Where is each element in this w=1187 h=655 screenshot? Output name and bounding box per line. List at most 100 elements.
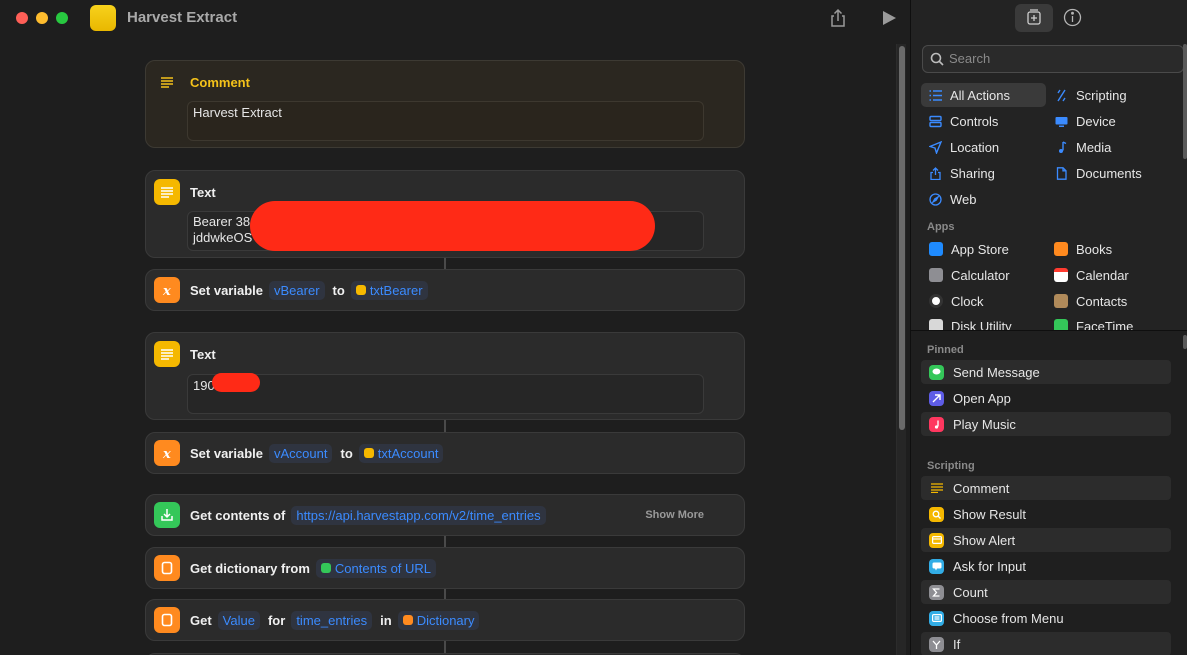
category-controls[interactable]: Controls xyxy=(921,109,1046,133)
music-note-icon xyxy=(929,416,944,432)
app-contacts[interactable]: Contacts xyxy=(1054,289,1127,313)
category-label: All Actions xyxy=(950,87,1010,103)
category-label: Location xyxy=(950,139,1000,155)
action-show-result[interactable]: Show Result xyxy=(921,502,1171,526)
text-line-1: Bearer 38 xyxy=(193,214,251,229)
contents-of-url-token[interactable]: Contents of URL xyxy=(315,558,437,578)
app-app-store[interactable]: App Store xyxy=(929,237,1009,261)
category-sharing[interactable]: Sharing xyxy=(921,161,1046,185)
disk-utility-icon xyxy=(929,319,943,330)
category-media[interactable]: Media xyxy=(1047,135,1172,159)
action-label: Play Music xyxy=(953,416,1016,432)
variable-name-token[interactable]: vAccount xyxy=(269,443,333,463)
category-label: Scripting xyxy=(1076,87,1127,103)
dictionary-token[interactable]: Dictionary xyxy=(397,610,480,630)
app-store-icon xyxy=(929,242,943,256)
action-send-message[interactable]: Send Message xyxy=(921,360,1171,384)
text-field[interactable]: 190 xyxy=(187,374,704,414)
text-action-account[interactable]: Text 190 xyxy=(145,332,745,420)
url-token[interactable]: https://api.harvestapp.com/v2/time_entri… xyxy=(291,505,546,525)
calculator-icon xyxy=(929,268,943,282)
scripting-section-label: Scripting xyxy=(927,460,975,472)
contacts-icon xyxy=(1054,294,1068,308)
run-icon[interactable] xyxy=(879,8,899,28)
variable-value-label: txtAccount xyxy=(377,445,439,461)
variable-name-token[interactable]: vBearer xyxy=(269,280,325,300)
get-value-action[interactable]: Get Value for time_entries in Dictionary xyxy=(145,599,745,641)
key-token[interactable]: time_entries xyxy=(291,610,373,630)
search-input[interactable] xyxy=(949,51,1169,66)
category-label: Documents xyxy=(1076,165,1142,181)
category-web[interactable]: Web xyxy=(921,187,1046,211)
category-device[interactable]: Device xyxy=(1047,109,1172,133)
download-mini-icon xyxy=(320,563,331,573)
app-label: Contacts xyxy=(1076,293,1128,309)
info-icon[interactable] xyxy=(1063,8,1082,30)
minimize-window-button[interactable] xyxy=(36,12,48,24)
variable-value-token[interactable]: txtAccount xyxy=(358,443,444,463)
title-bar: Harvest Extract xyxy=(0,0,910,36)
action-count[interactable]: Count xyxy=(921,580,1171,604)
category-scripting[interactable]: Scripting xyxy=(1047,83,1172,107)
zoom-window-button[interactable] xyxy=(56,12,68,24)
search-field[interactable] xyxy=(922,45,1184,73)
action-ask-for-input[interactable]: Ask for Input xyxy=(921,554,1171,578)
shortcut-icon[interactable] xyxy=(90,5,116,31)
set-variable-action-account[interactable]: x Set variable vAccount to txtAccount xyxy=(145,432,745,474)
category-location[interactable]: Location xyxy=(921,135,1046,159)
text-mini-icon xyxy=(355,285,366,295)
set-variable-title: Set variable xyxy=(190,282,263,298)
close-window-button[interactable] xyxy=(16,12,28,24)
action-label: Open App xyxy=(953,390,1011,406)
show-more-button[interactable]: Show More xyxy=(645,509,704,521)
redaction-mark xyxy=(250,201,655,251)
comment-title: Comment xyxy=(190,74,250,90)
action-choose-from-menu[interactable]: Choose from Menu xyxy=(921,606,1171,630)
app-calculator[interactable]: Calculator xyxy=(929,263,1010,287)
list-icon xyxy=(929,89,942,102)
editor-scroll-thumb[interactable] xyxy=(899,46,905,430)
get-dictionary-action[interactable]: Get dictionary from Contents of URL xyxy=(145,547,745,589)
text-action-bearer[interactable]: Text Bearer 38 jddwkeOS xyxy=(145,170,745,258)
app-facetime[interactable]: FaceTime xyxy=(1054,315,1133,330)
category-documents[interactable]: Documents xyxy=(1047,161,1172,185)
calendar-icon xyxy=(1054,268,1068,282)
action-label: Count xyxy=(953,584,988,600)
app-books[interactable]: Books xyxy=(1054,237,1112,261)
books-icon xyxy=(1054,242,1068,256)
action-show-alert[interactable]: Show Alert xyxy=(921,528,1171,552)
dictionary-icon xyxy=(154,607,180,633)
text-lines-icon xyxy=(154,179,180,205)
action-play-music[interactable]: Play Music xyxy=(921,412,1171,436)
actions-scroll-thumb[interactable] xyxy=(1183,335,1187,349)
facetime-icon xyxy=(1054,319,1068,330)
get-contents-action[interactable]: Get contents of https://api.harvestapp.c… xyxy=(145,494,745,536)
svg-text:x: x xyxy=(162,284,171,297)
action-open-app[interactable]: Open App xyxy=(921,386,1171,410)
value-token[interactable]: Value xyxy=(217,610,260,630)
action-comment[interactable]: Comment xyxy=(921,476,1171,500)
app-disk-utility[interactable]: Disk Utility xyxy=(929,315,1012,330)
search-icon xyxy=(930,52,944,69)
app-clock[interactable]: Clock xyxy=(929,289,984,313)
share-icon xyxy=(929,166,942,180)
variable-value-token[interactable]: txtBearer xyxy=(350,280,428,300)
categories-scroll-thumb[interactable] xyxy=(1183,44,1187,159)
library-plus-icon[interactable] xyxy=(1025,8,1043,29)
get-title: Get xyxy=(190,612,212,628)
pinned-section-label: Pinned xyxy=(927,344,964,356)
share-icon[interactable] xyxy=(828,8,848,28)
category-all-actions[interactable]: All Actions xyxy=(921,83,1046,107)
to-label: to xyxy=(332,282,345,298)
app-calendar[interactable]: Calendar xyxy=(1054,263,1129,287)
comment-text-field[interactable]: Harvest Extract xyxy=(187,101,704,141)
show-result-icon xyxy=(929,506,944,522)
text-title: Text xyxy=(190,346,216,362)
comment-action[interactable]: Comment Harvest Extract xyxy=(145,60,745,148)
set-variable-action-bearer[interactable]: x Set variable vBearer to txtBearer xyxy=(145,269,745,311)
category-label: Web xyxy=(950,191,977,207)
shortcut-title[interactable]: Harvest Extract xyxy=(127,9,237,26)
for-label: for xyxy=(267,612,286,628)
app-label: FaceTime xyxy=(1076,319,1134,330)
action-if[interactable]: If xyxy=(921,632,1171,655)
